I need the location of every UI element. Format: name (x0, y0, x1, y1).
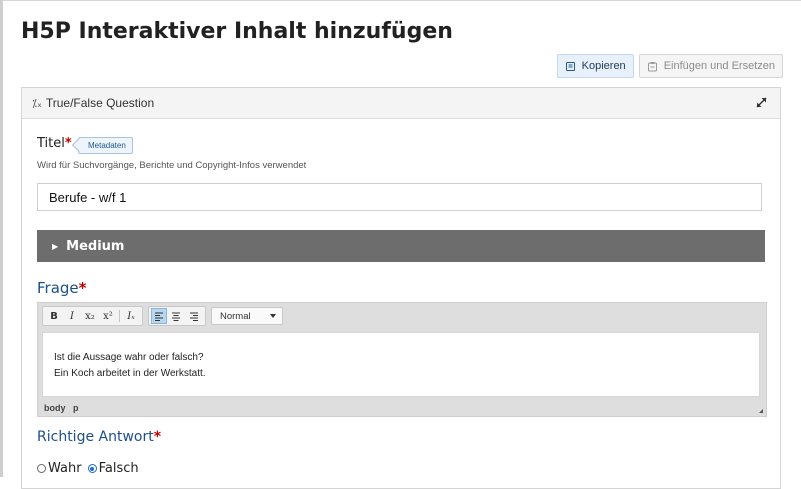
true-false-icon: ⁒ₓ (32, 96, 42, 110)
required-mark: * (153, 429, 162, 445)
correct-answer-label-text: Richtige Antwort (37, 429, 154, 445)
rich-text-editor: B I x₂ x² Iₓ Normal Ist die Aussage wahr… (37, 302, 767, 417)
copy-paste-toolbar: Kopieren Einfügen und Ersetzen (556, 54, 783, 78)
question-label-text: Frage (37, 279, 79, 297)
title-input[interactable]: Berufe - w/f 1 (37, 183, 762, 211)
copy-button-label: Kopieren (581, 60, 626, 72)
correct-answer-radio-group: Wahr Falsch (37, 461, 145, 476)
medium-label: Medium (66, 238, 125, 254)
align-center-icon (172, 312, 180, 321)
editor-content-line: Ein Koch arbeitet in der Werkstatt. (54, 368, 206, 379)
path-item-p[interactable]: p (73, 403, 79, 413)
page-title: H5P Interaktiver Inhalt hinzufügen (21, 19, 453, 44)
radio-option-falsch[interactable]: Falsch (87, 461, 139, 476)
paragraph-format-select[interactable]: Normal (211, 307, 283, 325)
align-center-button[interactable] (167, 308, 185, 324)
question-label: Frage* (37, 279, 87, 297)
align-right-button[interactable] (185, 308, 203, 324)
window-top-border (0, 0, 801, 1)
required-mark: * (78, 279, 87, 297)
radio-label-wahr: Wahr (48, 461, 82, 476)
radio-label-falsch: Falsch (98, 461, 139, 476)
text-style-group: B I x₂ x² Iₓ (42, 306, 143, 326)
library-title: True/False Question (45, 96, 155, 110)
align-right-icon (190, 312, 198, 321)
title-input-value: Berufe - w/f 1 (49, 189, 127, 205)
radio-button-wahr[interactable] (37, 464, 46, 473)
copy-icon (565, 61, 576, 72)
element-path: body p (44, 403, 84, 413)
clipboard-icon (647, 61, 658, 72)
content-type-panel: ⁒ₓ True/False Question Titel* Metadaten … (21, 87, 781, 489)
format-select-value: Normal (220, 310, 251, 322)
bold-button[interactable]: B (45, 308, 63, 324)
editor-toolbar: B I x₂ x² Iₓ Normal (38, 303, 766, 329)
align-left-icon (155, 312, 163, 321)
caret-right-icon: ▶ (52, 241, 59, 251)
paste-replace-button[interactable]: Einfügen und Ersetzen (638, 54, 783, 78)
window-left-border (0, 0, 3, 477)
paste-button-label: Einfügen und Ersetzen (663, 60, 775, 72)
correct-answer-label: Richtige Antwort* (37, 429, 161, 445)
editor-content-line: Ist die Aussage wahr oder falsch? (54, 352, 204, 363)
resize-handle[interactable] (759, 409, 763, 413)
subscript-button[interactable]: x₂ (81, 308, 99, 324)
editor-content-area[interactable]: Ist die Aussage wahr oder falsch? Ein Ko… (42, 332, 760, 397)
metadata-button[interactable]: Metadaten (78, 137, 133, 154)
radio-button-falsch[interactable] (87, 464, 97, 473)
superscript-button[interactable]: x² (99, 308, 117, 324)
expand-icon[interactable] (755, 96, 768, 112)
title-label: Titel* (37, 136, 72, 151)
panel-header: ⁒ₓ True/False Question (22, 88, 780, 119)
title-description: Wird für Suchvorgänge, Berichte und Copy… (37, 160, 307, 171)
title-label-text: Titel (37, 136, 65, 151)
required-mark: * (64, 136, 72, 151)
copy-button[interactable]: Kopieren (556, 54, 634, 78)
italic-button[interactable]: I (63, 308, 81, 324)
toolbar-separator (119, 310, 120, 322)
align-left-button[interactable] (151, 308, 167, 324)
path-item-body[interactable]: body (44, 403, 66, 413)
medium-section-toggle[interactable]: ▶ Medium (37, 230, 765, 262)
alignment-group (148, 306, 206, 326)
radio-option-wahr[interactable]: Wahr (37, 461, 82, 476)
chevron-down-icon (270, 314, 276, 318)
remove-format-button[interactable]: Iₓ (122, 308, 140, 324)
